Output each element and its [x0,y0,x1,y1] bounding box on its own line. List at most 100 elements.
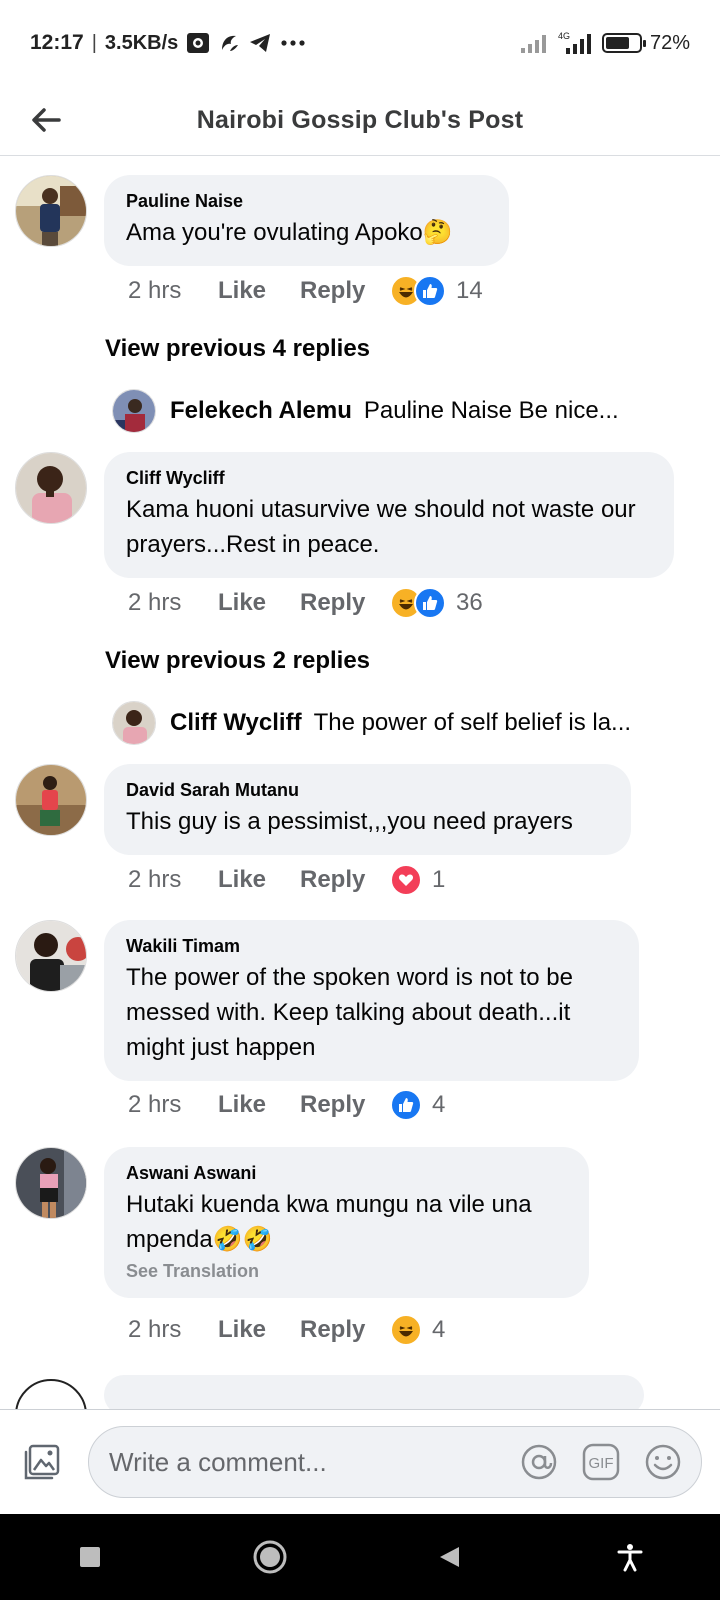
comment-author[interactable]: Cliff Wycliff [126,466,652,490]
see-translation-link[interactable]: See Translation [126,1261,567,1282]
svg-text:4G: 4G [558,31,570,41]
comment-text: The power of the spoken word is not to b… [126,964,573,1061]
avatar[interactable] [15,175,87,247]
comment-input[interactable]: Write a comment... GIF [88,1426,702,1498]
reactions[interactable]: 14 [390,275,483,307]
comment-author[interactable]: David Sarah Mutanu [126,778,609,802]
reactions[interactable]: 1 [390,864,445,896]
like-button[interactable]: Like [218,866,300,894]
like-button[interactable]: Like [218,1091,300,1119]
mention-icon[interactable] [519,1442,559,1482]
battery-fill [605,37,629,49]
reply-button[interactable]: Reply [300,1316,390,1344]
reply-author[interactable]: Cliff Wycliff [170,709,302,737]
reply-text: The power of self belief is la... [313,709,632,736]
home-button[interactable] [246,1533,294,1581]
like-button[interactable]: Like [218,277,300,305]
input-icons: GIF [519,1442,701,1482]
view-previous-replies[interactable]: View previous 4 replies [105,335,370,363]
comment-actions: 2 hrs Like Reply 14 [128,275,483,307]
comment-author[interactable]: Pauline Naise [126,189,487,213]
avatar[interactable] [112,389,156,433]
avatar[interactable] [112,701,156,745]
battery-percent: 72% [649,31,690,54]
comment-actions: 2 hrs Like Reply 4 [128,1314,445,1346]
app-icon [218,32,240,54]
avatar[interactable] [15,452,87,524]
accessibility-icon [617,1544,643,1572]
comment-bubble [104,1375,644,1409]
comment-actions: 2 hrs Like Reply 36 [128,587,483,619]
comment-text: This guy is a pessimist,,,you need praye… [126,808,573,835]
status-separator: | [91,31,97,54]
haha-reaction-icon [390,1314,422,1346]
reply-text: Pauline Naise Be nice... [363,397,619,424]
photo-button[interactable] [20,1440,64,1484]
svg-text:GIF: GIF [589,1455,614,1472]
reaction-count: 1 [432,866,446,893]
reply-button[interactable]: Reply [300,1091,390,1119]
avatar[interactable] [15,920,87,992]
reply-button[interactable]: Reply [300,866,390,894]
reactions[interactable]: 36 [390,587,483,619]
comment-composer: Write a comment... GIF [0,1409,720,1514]
comment-placeholder: Write a comment... [109,1446,327,1477]
back-button[interactable] [26,100,66,140]
reaction-count: 4 [432,1091,446,1118]
comment-bubble: Cliff Wycliff Kama huoni utasurvive we s… [104,452,674,578]
comment-bubble: David Sarah Mutanu This guy is a pessimi… [104,764,631,855]
comment-time: 2 hrs [128,866,182,893]
reply-preview[interactable]: Cliff Wycliff The power of self belief i… [112,701,682,745]
reply-button[interactable]: Reply [300,589,390,617]
accessibility-button[interactable] [606,1533,654,1581]
battery-icon [601,33,646,53]
system-back-button[interactable] [426,1533,474,1581]
reply-author[interactable]: Felekech Alemu [170,397,352,425]
view-previous-replies[interactable]: View previous 2 replies [105,647,370,675]
reaction-count: 14 [456,277,483,304]
reaction-count: 4 [432,1316,446,1343]
home-circle-icon [253,1540,287,1574]
like-button[interactable]: Like [218,589,300,617]
recents-square-icon [80,1547,100,1567]
back-triangle-icon [440,1547,459,1567]
reply-preview[interactable]: Felekech Alemu Pauline Naise Be nice... [112,389,682,433]
network-speed: 3.5KB/s [104,31,179,54]
like-reaction-icon [414,275,446,307]
comment-time: 2 hrs [128,277,182,304]
status-time: 12:17 [30,31,84,54]
signal-4g-icon: 4G [556,31,594,55]
comments-list[interactable]: Pauline Naise Ama you're ovulating Apoko… [0,157,720,1409]
comment-bubble: Wakili Timam The power of the spoken wor… [104,920,639,1081]
gif-icon[interactable]: GIF [581,1442,621,1482]
love-reaction-icon [390,864,422,896]
emoji-icon[interactable] [643,1442,683,1482]
avatar[interactable] [15,764,87,836]
like-reaction-icon [414,587,446,619]
comment-bubble: Aswani Aswani Hutaki kuenda kwa mungu na… [104,1147,589,1298]
comment-author[interactable]: Aswani Aswani [126,1161,567,1185]
comment-actions: 2 hrs Like Reply 1 [128,864,445,896]
signal-icon [520,32,548,54]
reply-button[interactable]: Reply [300,277,390,305]
comment-time: 2 hrs [128,1091,182,1118]
recents-button[interactable] [66,1533,114,1581]
avatar[interactable] [15,1379,87,1409]
comment-bubble: Pauline Naise Ama you're ovulating Apoko… [104,175,509,266]
comment-actions: 2 hrs Like Reply 4 [128,1089,445,1121]
like-reaction-icon [390,1089,422,1121]
avatar[interactable] [15,1147,87,1219]
telegram-icon [248,32,272,54]
comment-time: 2 hrs [128,589,182,616]
page-title: Nairobi Gossip Club's Post [196,106,524,134]
photo-icon [24,1444,60,1480]
system-nav-bar [0,1514,720,1600]
reactions[interactable]: 4 [390,1314,445,1346]
reactions[interactable]: 4 [390,1089,445,1121]
back-arrow-icon [32,108,61,132]
status-left: 12:17 | 3.5KB/s [30,31,306,55]
like-button[interactable]: Like [218,1316,300,1344]
reaction-count: 36 [456,589,483,616]
status-bar: 12:17 | 3.5KB/s 4G 72% [0,0,720,86]
comment-author[interactable]: Wakili Timam [126,934,617,958]
